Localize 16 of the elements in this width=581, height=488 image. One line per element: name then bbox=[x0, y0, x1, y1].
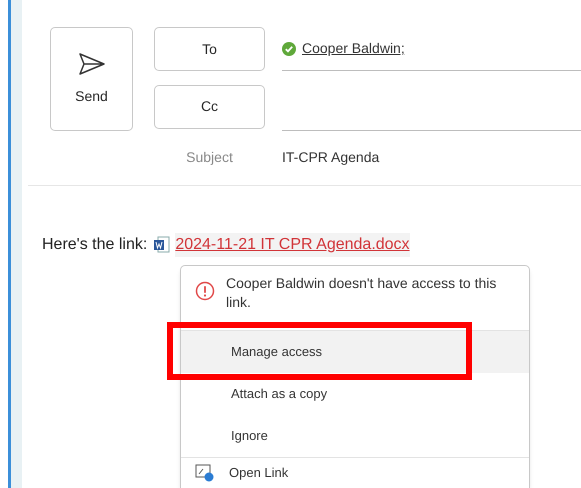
recipient-name[interactable]: Cooper Baldwin; bbox=[302, 38, 405, 59]
menu-item[interactable]: Manage access bbox=[181, 331, 529, 373]
to-button[interactable]: To bbox=[154, 27, 265, 71]
globe-window-icon bbox=[195, 464, 215, 482]
body-text: Here's the link: bbox=[42, 235, 148, 255]
subject-label: Subject bbox=[185, 148, 234, 167]
warning-message: Cooper Baldwin doesn't have access to this link. bbox=[226, 274, 498, 312]
document-link[interactable]: 2024-11-21 IT CPR Agenda.docx bbox=[175, 233, 410, 257]
warning-icon bbox=[195, 281, 215, 301]
subject-field[interactable]: IT-CPR Agenda bbox=[282, 147, 380, 168]
send-button[interactable]: Send bbox=[50, 27, 133, 131]
menu-item[interactable]: Ignore bbox=[181, 415, 529, 457]
send-icon bbox=[78, 52, 106, 76]
menu-item[interactable]: Open Link bbox=[181, 458, 529, 488]
cc-button[interactable]: Cc bbox=[154, 84, 265, 128]
word-document-icon bbox=[153, 236, 172, 254]
